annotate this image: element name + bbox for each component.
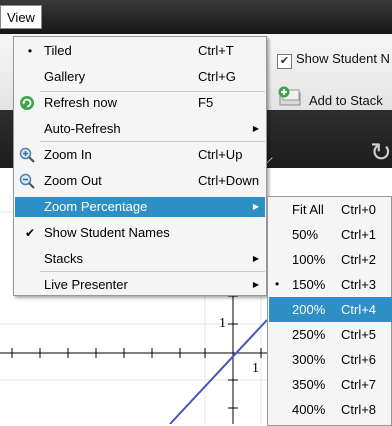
show-student-names-checkbox[interactable]: ✔: [277, 54, 292, 69]
menu-item-shortcut: Ctrl+Up: [198, 147, 243, 162]
zoom-out-icon: [19, 173, 35, 189]
view-menu-title[interactable]: View: [0, 5, 42, 29]
zoom-option-label: 50%: [292, 227, 319, 242]
zoom-option-shortcut: Ctrl+8: [341, 402, 377, 417]
zoom-option-label: 200%: [292, 302, 326, 317]
menu-separator: [40, 91, 265, 92]
add-to-stack-button[interactable]: Add to Stack: [309, 93, 383, 108]
submenu-arrow-icon: ▶: [252, 254, 259, 263]
zoom-option-100[interactable]: 100% Ctrl+2: [269, 247, 392, 272]
zoom-option-shortcut: Ctrl+0: [341, 202, 377, 217]
menu-item-tiled[interactable]: • Tiled Ctrl+T: [15, 41, 265, 61]
menu-item-label: Tiled: [44, 43, 72, 58]
zoom-option-label: 100%: [292, 252, 326, 267]
menu-item-show-student-names[interactable]: ✔ Show Student Names: [15, 223, 265, 243]
menu-separator: [40, 271, 265, 272]
add-to-stack-icon[interactable]: [278, 86, 302, 106]
menu-item-label: Live Presenter: [44, 277, 128, 292]
zoom-option-250[interactable]: 250% Ctrl+5: [269, 322, 392, 347]
zoom-option-150[interactable]: • 150% Ctrl+3: [269, 272, 392, 297]
selected-bullet-icon: •: [27, 44, 33, 58]
menu-item-shortcut: Ctrl+G: [198, 69, 236, 84]
menu-item-refresh-now[interactable]: Refresh now F5: [15, 93, 265, 113]
menu-item-label: Refresh now: [44, 95, 117, 110]
menu-item-zoom-percentage[interactable]: Zoom Percentage ▶: [15, 197, 265, 217]
zoom-option-shortcut: Ctrl+4: [341, 302, 377, 317]
menu-item-label: Show Student Names: [44, 225, 170, 240]
zoom-option-shortcut: Ctrl+6: [341, 352, 377, 367]
zoom-percentage-submenu: Fit All Ctrl+0 50% Ctrl+1 100% Ctrl+2 • …: [267, 196, 392, 426]
zoom-option-label: 150%: [292, 277, 326, 292]
zoom-option-label: 400%: [292, 402, 326, 417]
menu-separator: [40, 141, 265, 142]
menu-item-shortcut: F5: [198, 95, 214, 110]
show-student-names-label[interactable]: Show Student N: [296, 51, 390, 66]
submenu-arrow-icon: ▶: [252, 124, 259, 133]
menu-item-live-presenter[interactable]: Live Presenter ▶: [15, 275, 265, 295]
zoom-option-shortcut: Ctrl+1: [341, 227, 377, 242]
zoom-option-label: Fit All: [292, 202, 324, 217]
y-tick-label: 1: [219, 316, 226, 331]
zoom-option-label: 350%: [292, 377, 326, 392]
menu-item-shortcut: Ctrl+T: [198, 43, 234, 58]
selected-bullet-icon: •: [275, 277, 280, 291]
menu-item-zoom-in[interactable]: Zoom In Ctrl+Up: [15, 145, 265, 165]
zoom-in-icon: [19, 147, 35, 163]
menu-item-label: Zoom Percentage: [44, 199, 148, 214]
menu-item-label: Zoom Out: [44, 173, 102, 188]
zoom-option-400[interactable]: 400% Ctrl+8: [269, 397, 392, 422]
menu-item-label: Gallery: [44, 69, 86, 84]
zoom-option-shortcut: Ctrl+2: [341, 252, 377, 267]
menu-item-shortcut: Ctrl+Down: [198, 173, 260, 188]
menubar: View: [0, 0, 392, 34]
menu-item-zoom-out[interactable]: Zoom Out Ctrl+Down: [15, 171, 265, 191]
menu-item-auto-refresh[interactable]: Auto-Refresh ▶: [15, 119, 265, 139]
checkmark-icon: ✔: [24, 226, 36, 240]
submenu-arrow-icon: ▶: [252, 280, 259, 289]
zoom-option-200[interactable]: 200% Ctrl+4: [269, 297, 392, 322]
zoom-option-shortcut: Ctrl+5: [341, 327, 377, 342]
zoom-option-350[interactable]: 350% Ctrl+7: [269, 372, 392, 397]
zoom-option-300[interactable]: 300% Ctrl+6: [269, 347, 392, 372]
refresh-icon[interactable]: ↻: [370, 137, 392, 168]
submenu-arrow-icon: ▶: [252, 202, 259, 211]
menu-item-label: Stacks: [44, 251, 84, 266]
menu-item-gallery[interactable]: Gallery Ctrl+G: [15, 67, 265, 87]
refresh-icon: [20, 96, 34, 110]
view-menu: • Tiled Ctrl+T Gallery Ctrl+G Refresh no…: [13, 36, 267, 296]
zoom-option-shortcut: Ctrl+3: [341, 277, 377, 292]
zoom-option-label: 300%: [292, 352, 326, 367]
zoom-option-50[interactable]: 50% Ctrl+1: [269, 222, 392, 247]
zoom-option-label: 250%: [292, 327, 326, 342]
menu-item-label: Auto-Refresh: [44, 121, 121, 136]
menu-item-label: Zoom In: [44, 147, 92, 162]
zoom-option-shortcut: Ctrl+7: [341, 377, 377, 392]
menu-item-stacks[interactable]: Stacks ▶: [15, 249, 265, 269]
zoom-option-fit-all[interactable]: Fit All Ctrl+0: [269, 197, 392, 222]
x-tick-label: 1: [252, 361, 259, 376]
